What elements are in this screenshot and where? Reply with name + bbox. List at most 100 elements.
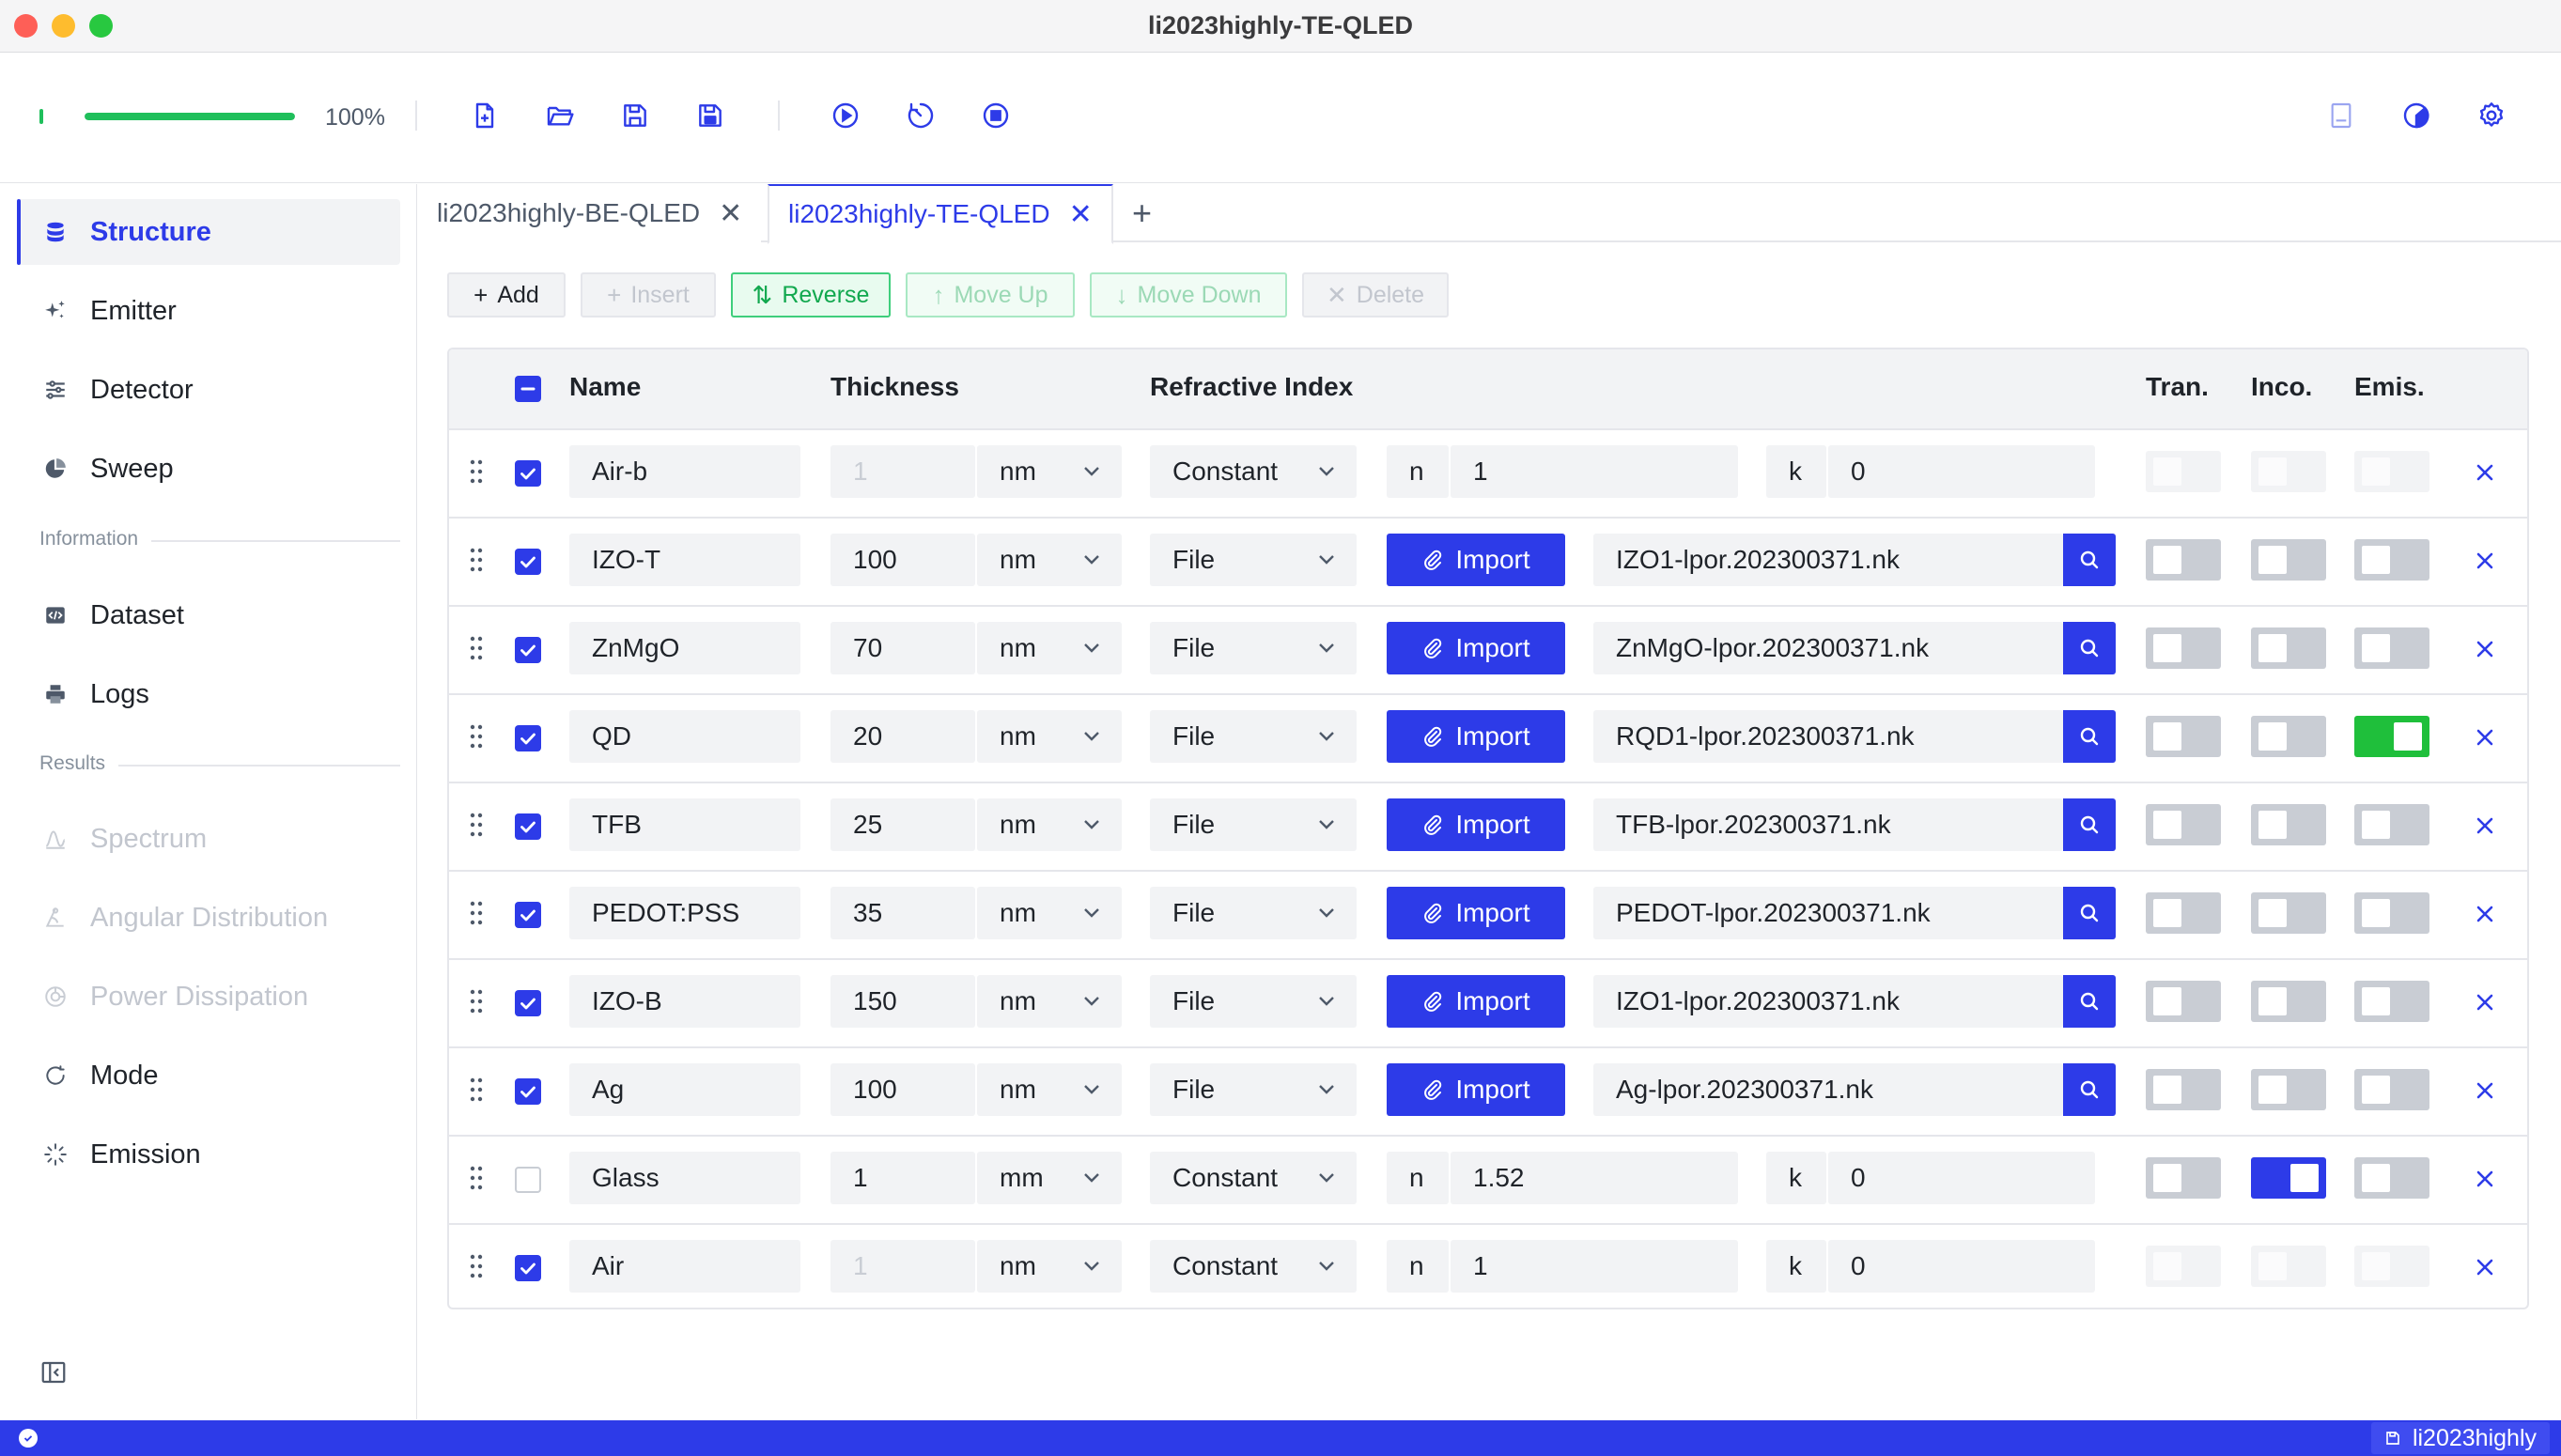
layer-name-input[interactable]: Ag xyxy=(569,1063,800,1116)
layer-name-input[interactable]: PEDOT:PSS xyxy=(569,887,800,939)
layer-name-input[interactable]: Air-b xyxy=(569,445,800,498)
add-tab-button[interactable]: + xyxy=(1132,194,1152,233)
tran-toggle[interactable] xyxy=(2146,804,2221,845)
inco-toggle[interactable] xyxy=(2251,804,2326,845)
settings-icon[interactable] xyxy=(2473,97,2510,134)
tran-toggle[interactable] xyxy=(2146,1069,2221,1110)
sidebar-item-mode[interactable]: Mode xyxy=(17,1043,400,1108)
select-all-checkbox[interactable] xyxy=(515,376,541,402)
search-file-button[interactable] xyxy=(2063,710,2116,763)
delete-row-icon[interactable] xyxy=(2471,1253,2499,1281)
search-file-button[interactable] xyxy=(2063,798,2116,851)
stop-icon[interactable] xyxy=(977,97,1015,134)
emis-toggle[interactable] xyxy=(2354,981,2429,1022)
thickness-input[interactable]: 1 xyxy=(830,1240,975,1293)
sidebar-item-dataset[interactable]: Dataset xyxy=(17,582,400,648)
row-checkbox[interactable] xyxy=(515,460,541,487)
open-folder-icon[interactable] xyxy=(541,97,579,134)
k-value-input[interactable]: 0 xyxy=(1828,1152,2095,1204)
unit-select[interactable]: nm xyxy=(977,887,1122,939)
emis-toggle[interactable] xyxy=(2354,539,2429,581)
inco-toggle[interactable] xyxy=(2251,716,2326,757)
tran-toggle[interactable] xyxy=(2146,1157,2221,1199)
unit-select[interactable]: nm xyxy=(977,975,1122,1028)
unit-select[interactable]: nm xyxy=(977,710,1122,763)
sidebar-item-emitter[interactable]: Emitter xyxy=(17,278,400,344)
nk-file-field[interactable]: ZnMgO-lpor.202300371.nk xyxy=(1593,622,2063,674)
inco-toggle[interactable] xyxy=(2251,1246,2326,1287)
emis-toggle[interactable] xyxy=(2354,1157,2429,1199)
tran-toggle[interactable] xyxy=(2146,1246,2221,1287)
thickness-input[interactable]: 1 xyxy=(830,1152,975,1204)
drag-handle-icon[interactable] xyxy=(470,812,483,838)
thickness-input[interactable]: 25 xyxy=(830,798,975,851)
delete-row-icon[interactable] xyxy=(2471,988,2499,1016)
search-file-button[interactable] xyxy=(2063,534,2116,586)
refractive-mode-select[interactable]: Constant xyxy=(1150,1240,1357,1293)
refractive-mode-select[interactable]: Constant xyxy=(1150,445,1357,498)
unit-select[interactable]: mm xyxy=(977,1152,1122,1204)
import-button[interactable]: Import xyxy=(1387,975,1565,1028)
drag-handle-icon[interactable] xyxy=(470,1077,483,1103)
new-file-icon[interactable] xyxy=(466,97,504,134)
refractive-mode-select[interactable]: File xyxy=(1150,1063,1357,1116)
sidebar-item-power-dissipation[interactable]: Power Dissipation xyxy=(17,964,400,1030)
delete-row-icon[interactable] xyxy=(2471,1165,2499,1193)
sidebar-item-structure[interactable]: Structure xyxy=(17,199,400,265)
add-button[interactable]: + Add xyxy=(447,272,566,318)
nk-file-field[interactable]: PEDOT-lpor.202300371.nk xyxy=(1593,887,2063,939)
reverse-button[interactable]: ⇅ Reverse xyxy=(731,272,891,318)
inco-toggle[interactable] xyxy=(2251,892,2326,934)
sidebar-item-angular-distribution[interactable]: Angular Distribution xyxy=(17,885,400,951)
refractive-mode-select[interactable]: File xyxy=(1150,622,1357,674)
refractive-mode-select[interactable]: File xyxy=(1150,975,1357,1028)
save-icon[interactable] xyxy=(616,97,654,134)
layer-name-input[interactable]: TFB xyxy=(569,798,800,851)
search-file-button[interactable] xyxy=(2063,887,2116,939)
import-button[interactable]: Import xyxy=(1387,798,1565,851)
delete-row-icon[interactable] xyxy=(2471,458,2499,487)
sidebar-item-detector[interactable]: Detector xyxy=(17,357,400,423)
sidebar-item-spectrum[interactable]: Spectrum xyxy=(17,806,400,872)
thickness-input[interactable]: 1 xyxy=(830,445,975,498)
drag-handle-icon[interactable] xyxy=(470,988,483,1015)
inco-toggle[interactable] xyxy=(2251,451,2326,492)
emis-toggle[interactable] xyxy=(2354,804,2429,845)
emis-toggle[interactable] xyxy=(2354,892,2429,934)
row-checkbox[interactable] xyxy=(515,1167,541,1193)
layer-name-input[interactable]: Air xyxy=(569,1240,800,1293)
layer-name-input[interactable]: IZO-B xyxy=(569,975,800,1028)
drag-handle-icon[interactable] xyxy=(470,458,483,485)
delete-row-icon[interactable] xyxy=(2471,547,2499,575)
timer-icon[interactable] xyxy=(902,97,939,134)
nk-file-field[interactable]: IZO1-lpor.202300371.nk xyxy=(1593,534,2063,586)
move-down-button[interactable]: ↓ Move Down xyxy=(1090,272,1287,318)
row-checkbox[interactable] xyxy=(515,1078,541,1105)
delete-row-icon[interactable] xyxy=(2471,900,2499,928)
drag-handle-icon[interactable] xyxy=(470,1165,483,1191)
drag-handle-icon[interactable] xyxy=(470,900,483,926)
row-checkbox[interactable] xyxy=(515,637,541,663)
unit-select[interactable]: nm xyxy=(977,798,1122,851)
refractive-mode-select[interactable]: File xyxy=(1150,887,1357,939)
tab-be-qled[interactable]: li2023highly-BE-QLED ✕ xyxy=(418,184,762,242)
import-button[interactable]: Import xyxy=(1387,622,1565,674)
row-checkbox[interactable] xyxy=(515,1255,541,1281)
n-value-input[interactable]: 1 xyxy=(1451,1240,1738,1293)
refractive-mode-select[interactable]: File xyxy=(1150,798,1357,851)
unit-select[interactable]: nm xyxy=(977,1240,1122,1293)
layer-name-input[interactable]: Glass xyxy=(569,1152,800,1204)
thickness-input[interactable]: 35 xyxy=(830,887,975,939)
k-value-input[interactable]: 0 xyxy=(1828,445,2095,498)
drag-handle-icon[interactable] xyxy=(470,1253,483,1279)
search-file-button[interactable] xyxy=(2063,622,2116,674)
tran-toggle[interactable] xyxy=(2146,451,2221,492)
layer-name-input[interactable]: IZO-T xyxy=(569,534,800,586)
delete-row-icon[interactable] xyxy=(2471,723,2499,751)
import-button[interactable]: Import xyxy=(1387,1063,1565,1116)
search-file-button[interactable] xyxy=(2063,1063,2116,1116)
import-button[interactable]: Import xyxy=(1387,887,1565,939)
insert-button[interactable]: + Insert xyxy=(581,272,716,318)
refractive-mode-select[interactable]: Constant xyxy=(1150,1152,1357,1204)
emis-toggle[interactable] xyxy=(2354,1069,2429,1110)
